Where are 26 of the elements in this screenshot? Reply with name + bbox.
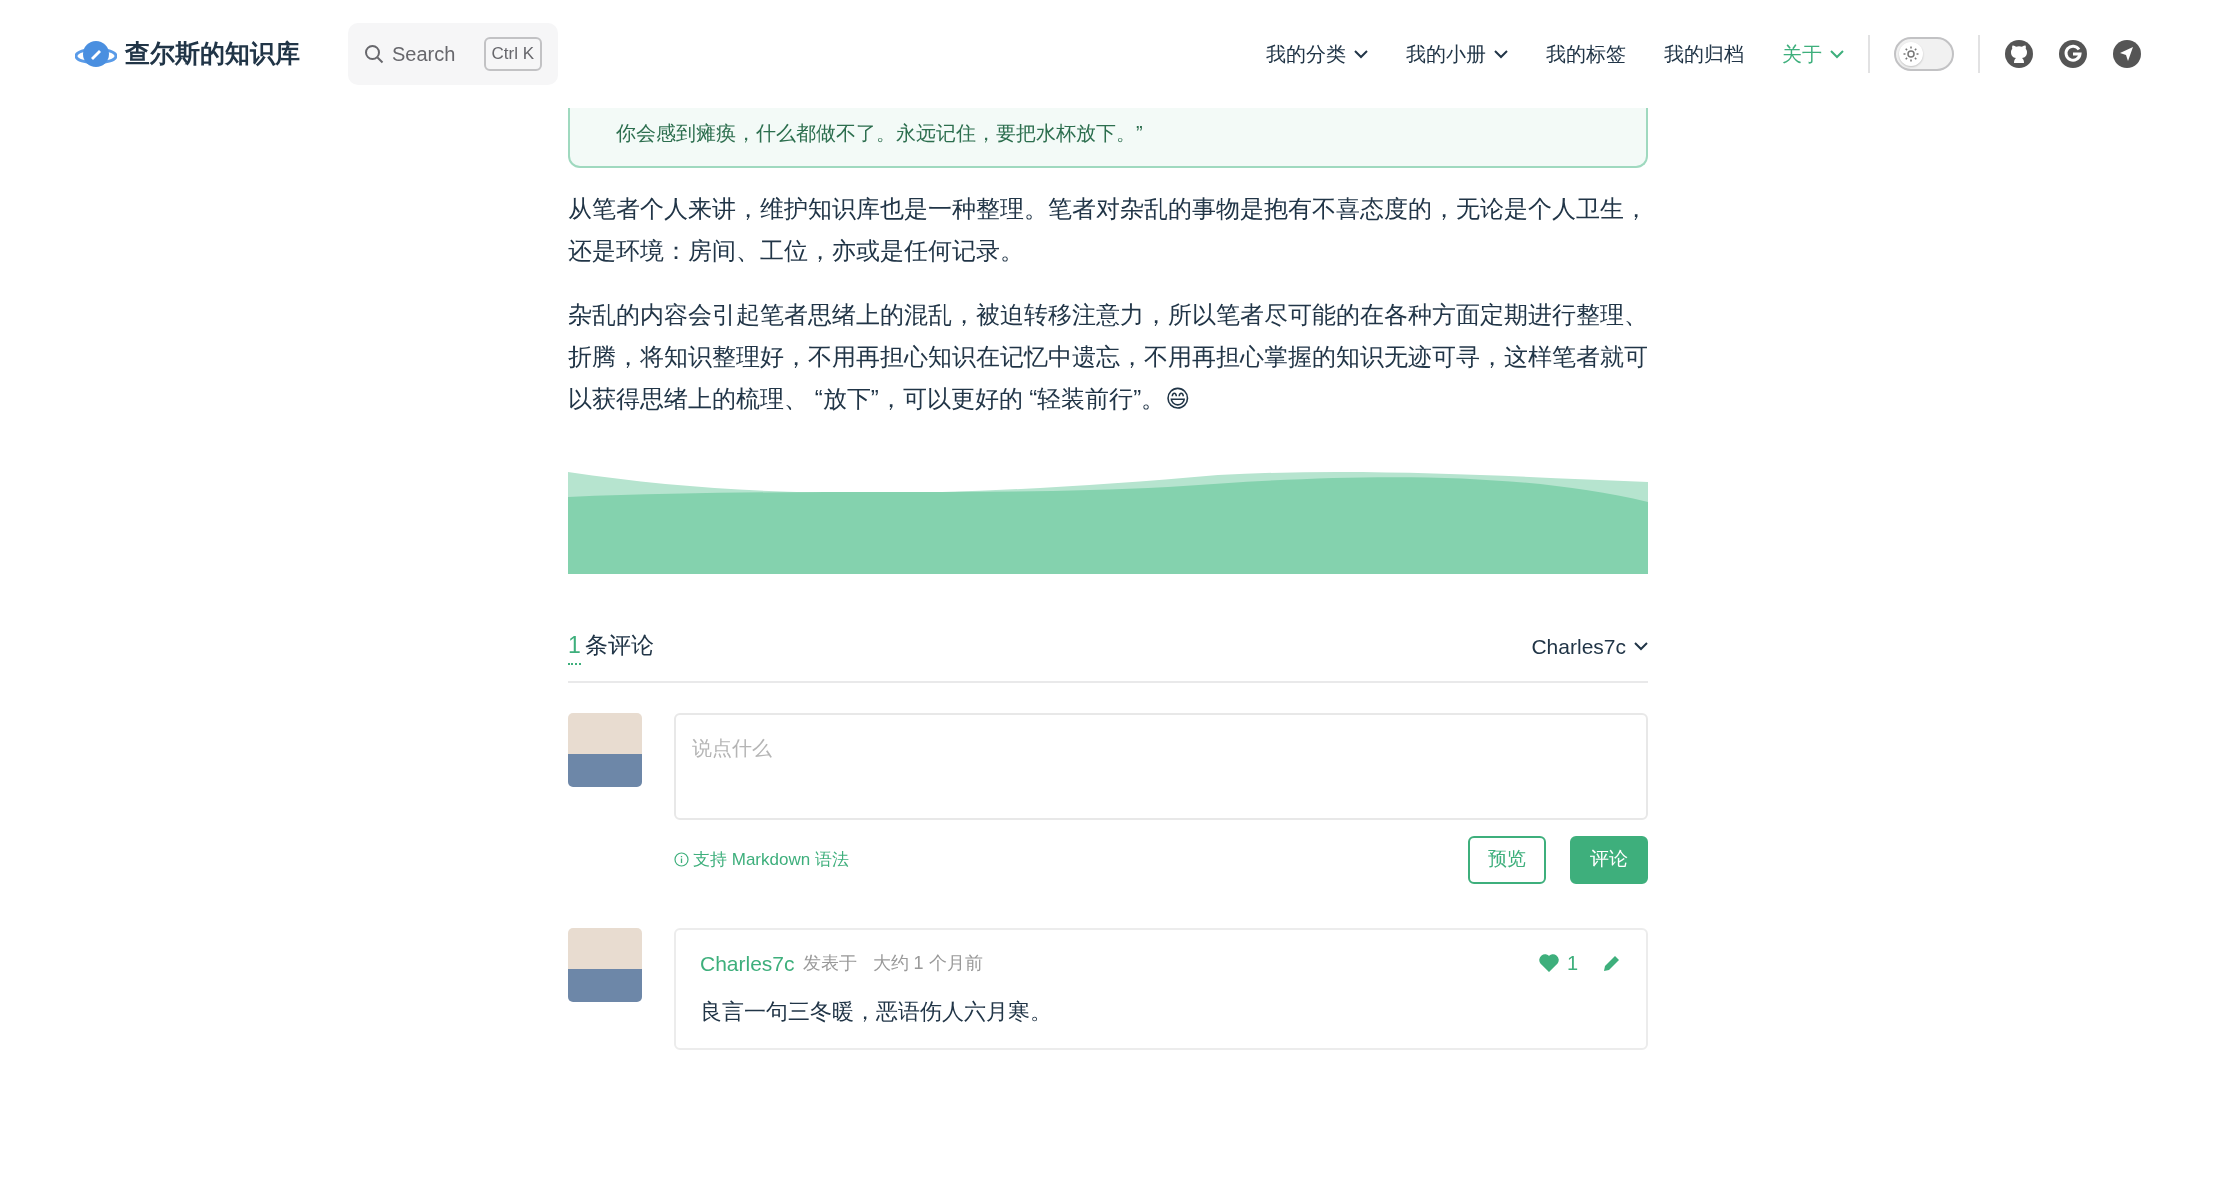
search-button[interactable]: Search Ctrl K (348, 23, 558, 85)
paragraph: 从笔者个人来讲，维护知识库也是一种整理。笔者对杂乱的事物是抱有不喜态度的，无论是个人卫生，还是环境：房间、工位，亦或是任何记录。 (568, 194, 1648, 266)
user-menu[interactable]: Charles7c (1531, 630, 1648, 662)
comment-time: 大约 1 个月前 (872, 951, 983, 975)
nav-link[interactable]: 我的小册 (1406, 39, 1508, 69)
theme-toggle[interactable] (1894, 37, 1954, 71)
heart-icon (1538, 954, 1559, 973)
comment-count-label: 条评论 (584, 631, 654, 660)
site-title[interactable]: 查尔斯的知识库 (125, 35, 300, 73)
comment-action: 发表于 (802, 951, 857, 975)
comment-text: 良言一句三冬暖，恶语伤人六月寒。 (700, 998, 1053, 1026)
comment-input-field[interactable]: 说点什么 (674, 712, 1648, 820)
paragraph: 杂乱的内容会引起笔者思绪上的混乱，被迫转移注意力，所以笔者尽可能的在各种方面定期进行整理、折腾，将知识整理好，不用再担心知识在记忆中遗忘，不用再担心掌握的知识无迹可寻，这样笔者就可以获得思绪上的梳理、 “放下”，可以更好的 “轻装前行”。😄 (568, 300, 1648, 414)
search-placeholder: Search (392, 42, 456, 67)
chevron-down-icon (1634, 641, 1648, 651)
markdown-hint: 支持 Markdown 语法 (693, 848, 849, 871)
nav-link[interactable]: 我的归档 (1664, 39, 1744, 69)
comment-count: 1 (568, 628, 581, 665)
nav-link[interactable]: 我的分类 (1266, 39, 1368, 69)
sun-icon (1903, 46, 1919, 62)
pencil-edit-icon[interactable] (1602, 953, 1622, 974)
info-icon (674, 852, 689, 867)
nav-link[interactable]: 我的标签 (1546, 39, 1626, 69)
search-icon (364, 44, 384, 64)
shortcut-key: Ctrl K (483, 37, 542, 71)
quote-text: 你会感到瘫痪，什么都做不了。永远记住，要把水杯放下。” (568, 108, 1648, 168)
